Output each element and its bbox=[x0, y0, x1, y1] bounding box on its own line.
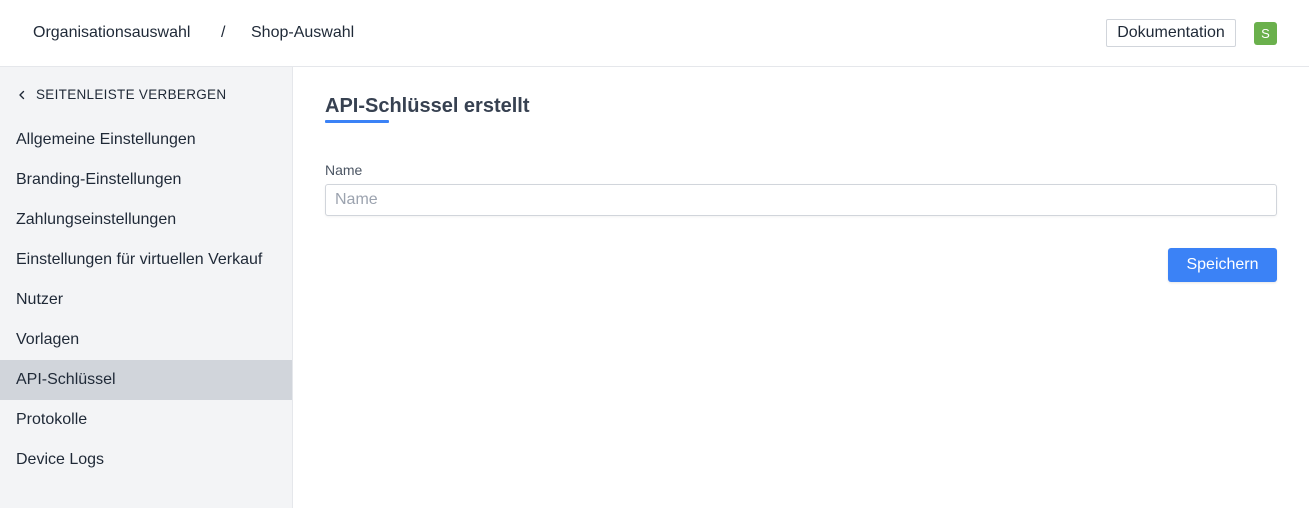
hide-sidebar-button[interactable]: SEITENLEISTE VERBERGEN bbox=[16, 85, 226, 103]
sidebar-item-users[interactable]: Nutzer bbox=[0, 280, 292, 320]
hide-sidebar-label: SEITENLEISTE VERBERGEN bbox=[36, 86, 227, 102]
breadcrumb-separator: / bbox=[221, 24, 226, 41]
sidebar-item-api-keys[interactable]: API-Schlüssel bbox=[0, 360, 292, 400]
sidebar-item-logs[interactable]: Protokolle bbox=[0, 400, 292, 440]
page-title: API-Schlüssel erstellt bbox=[325, 95, 530, 117]
breadcrumb-shop[interactable]: Shop-Auswahl bbox=[251, 24, 354, 42]
avatar[interactable]: S bbox=[1254, 22, 1277, 45]
sidebar-item-device-logs[interactable]: Device Logs bbox=[0, 440, 292, 480]
documentation-button[interactable]: Dokumentation bbox=[1106, 19, 1236, 47]
top-bar: Organisationsauswahl / Shop-Auswahl Doku… bbox=[0, 0, 1309, 67]
name-input[interactable] bbox=[325, 184, 1277, 216]
sidebar-item-branding-settings[interactable]: Branding-Einstellungen bbox=[0, 160, 292, 200]
main-content: API-Schlüssel erstellt Name Speichern bbox=[293, 67, 1309, 508]
sidebar: SEITENLEISTE VERBERGEN Allgemeine Einste… bbox=[0, 67, 293, 508]
name-field-label: Name bbox=[325, 162, 363, 178]
sidebar-item-templates[interactable]: Vorlagen bbox=[0, 320, 292, 360]
sidebar-item-general-settings[interactable]: Allgemeine Einstellungen bbox=[0, 120, 292, 160]
breadcrumb-organisation[interactable]: Organisationsauswahl bbox=[33, 24, 190, 42]
save-button[interactable]: Speichern bbox=[1168, 248, 1277, 282]
chevron-left-icon bbox=[16, 88, 28, 100]
title-underline bbox=[325, 120, 389, 123]
sidebar-item-payment-settings[interactable]: Zahlungseinstellungen bbox=[0, 200, 292, 240]
sidebar-item-virtual-sales-settings[interactable]: Einstellungen für virtuellen Verkauf bbox=[0, 240, 292, 280]
